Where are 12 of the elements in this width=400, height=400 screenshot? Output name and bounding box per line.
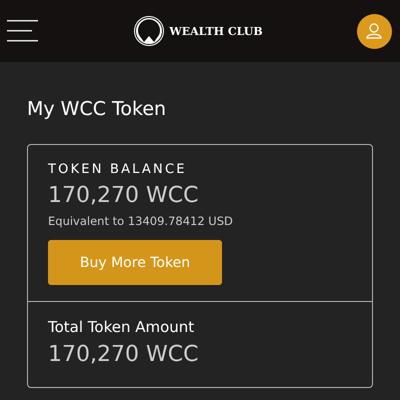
profile-button[interactable] <box>356 14 392 48</box>
equivalent-text: Equivalent to 13409.78412 USD <box>48 214 233 228</box>
total-label: Total Token Amount <box>48 318 194 336</box>
balance-label: TOKEN BALANCE <box>48 162 187 177</box>
menu-icon[interactable] <box>7 19 39 43</box>
page-title: My WCC Token <box>27 98 168 120</box>
balance-amount: 170,270 WCC <box>48 183 198 208</box>
logo-icon <box>133 15 166 47</box>
brand-name: WEALTH CLUB <box>169 24 263 38</box>
buy-button[interactable]: Buy More Token <box>48 240 222 285</box>
total-amount: 170,270 WCC <box>48 342 198 367</box>
user-icon <box>365 22 384 40</box>
